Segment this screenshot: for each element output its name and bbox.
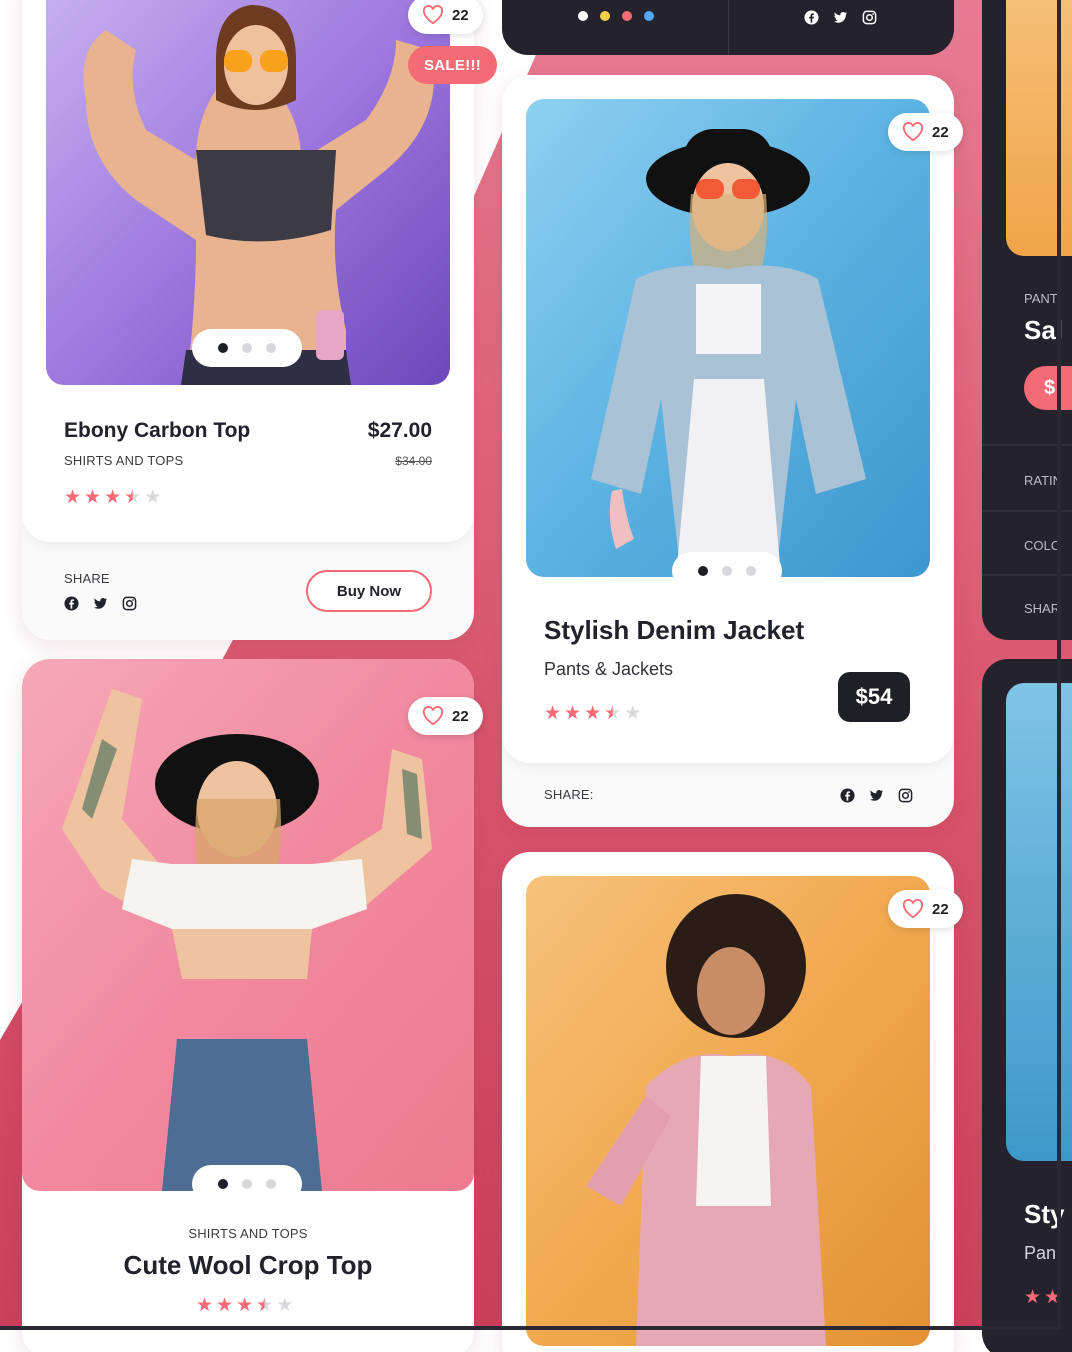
product-card-pink-suit xyxy=(502,852,954,1352)
side-product-category: PANT xyxy=(1024,291,1058,306)
heart-icon xyxy=(422,5,444,25)
star-icon: ★ xyxy=(236,1295,254,1316)
pagination-dot-1[interactable] xyxy=(698,566,708,576)
pagination-dot-2[interactable] xyxy=(242,343,252,353)
like-button[interactable]: 22 xyxy=(408,0,483,34)
share-label: SHARE xyxy=(64,571,110,586)
heart-icon xyxy=(902,122,924,142)
top-dark-card xyxy=(502,0,954,55)
pagination-dot-1[interactable] xyxy=(218,1179,228,1189)
twitter-icon[interactable] xyxy=(93,596,108,611)
product-card-denim: Stylish Denim Jacket Pants & Jackets $54… xyxy=(502,75,954,827)
like-count: 22 xyxy=(452,6,469,24)
color-swatch-white[interactable] xyxy=(578,11,588,21)
star-icon: ★ xyxy=(84,487,102,508)
color-swatch-pink[interactable] xyxy=(622,11,632,21)
side-product-category: Pan xyxy=(1024,1243,1057,1263)
star-icon: ★ xyxy=(584,703,602,724)
like-button[interactable]: 22 xyxy=(888,113,963,151)
facebook-icon[interactable] xyxy=(804,10,819,25)
color-swatch-blue[interactable] xyxy=(644,11,654,21)
like-button[interactable]: 22 xyxy=(888,890,963,928)
star-half-icon: ★ xyxy=(604,703,622,724)
product-category: SHIRTS AND TOPS xyxy=(64,453,184,468)
product-title[interactable]: Ebony Carbon Top xyxy=(64,419,250,443)
window-bottom-edge xyxy=(0,1326,1062,1330)
heart-icon xyxy=(422,706,444,726)
product-price: $54 xyxy=(838,672,910,722)
facebook-icon[interactable] xyxy=(64,596,79,611)
pagination-dot-3[interactable] xyxy=(266,1179,276,1189)
like-button[interactable]: 22 xyxy=(408,697,483,735)
page: Ebony Carbon Top SHIRTS AND TOPS $27.00 … xyxy=(0,0,1072,1352)
star-half-icon: ★ xyxy=(256,1295,274,1316)
product-price: $27.00 xyxy=(367,419,432,442)
side-price-button[interactable]: $ xyxy=(1024,366,1072,410)
star-icon: ★ xyxy=(1024,1287,1042,1308)
product-rating: ★ ★ ★ ★ ★ xyxy=(64,488,161,507)
like-count: 22 xyxy=(932,900,949,918)
star-empty-icon: ★ xyxy=(276,1295,294,1316)
color-swatches xyxy=(578,11,654,21)
buy-now-button[interactable]: Buy Now xyxy=(306,570,432,612)
social-icons xyxy=(840,788,913,803)
product-rating: ★ ★ ★ ★ ★ xyxy=(196,1296,293,1315)
instagram-icon[interactable] xyxy=(898,788,913,803)
like-count: 22 xyxy=(932,123,949,141)
image-pagination[interactable] xyxy=(672,552,782,590)
product-image[interactable] xyxy=(46,0,450,385)
side-share-label: SHAR xyxy=(1024,601,1061,616)
star-empty-icon: ★ xyxy=(624,703,642,724)
product-title[interactable]: Cute Wool Crop Top xyxy=(22,1250,474,1281)
twitter-icon[interactable] xyxy=(869,788,884,803)
instagram-icon[interactable] xyxy=(862,10,877,25)
star-empty-icon: ★ xyxy=(144,487,162,508)
product-image[interactable] xyxy=(22,659,474,1191)
star-icon: ★ xyxy=(64,487,82,508)
star-icon: ★ xyxy=(564,703,582,724)
social-icons xyxy=(804,10,877,25)
pagination-dot-3[interactable] xyxy=(746,566,756,576)
product-image[interactable] xyxy=(526,876,930,1346)
product-category: Pants & Jackets xyxy=(544,659,674,679)
star-half-icon: ★ xyxy=(124,487,142,508)
star-icon: ★ xyxy=(196,1295,214,1316)
window-edge xyxy=(1057,0,1061,1330)
product-category: SHIRTS AND TOPS xyxy=(188,1226,308,1241)
star-icon: ★ xyxy=(544,703,562,724)
pagination-dot-2[interactable] xyxy=(722,566,732,576)
twitter-icon[interactable] xyxy=(833,10,848,25)
product-card-ebony: Ebony Carbon Top SHIRTS AND TOPS $27.00 … xyxy=(22,0,474,640)
side-color-label: COLC xyxy=(1024,538,1061,553)
divider xyxy=(728,0,729,55)
facebook-icon[interactable] xyxy=(840,788,855,803)
side-product-rating: ★ ★ xyxy=(1024,1288,1061,1307)
image-pagination[interactable] xyxy=(192,329,302,367)
star-icon: ★ xyxy=(104,487,122,508)
pagination-dot-2[interactable] xyxy=(242,1179,252,1189)
side-product-image[interactable] xyxy=(1006,0,1072,256)
image-pagination[interactable] xyxy=(192,1165,302,1203)
instagram-icon[interactable] xyxy=(122,596,137,611)
product-card-wool: SHIRTS AND TOPS Cute Wool Crop Top ★ ★ ★… xyxy=(22,659,474,1352)
product-title[interactable]: Stylish Denim Jacket xyxy=(544,615,804,646)
product-image[interactable] xyxy=(526,99,930,577)
pagination-dot-3[interactable] xyxy=(266,343,276,353)
product-rating: ★ ★ ★ ★ ★ xyxy=(544,704,641,723)
side-product-image[interactable] xyxy=(1006,683,1072,1161)
pagination-dot-1[interactable] xyxy=(218,343,228,353)
sale-badge: SALE!!! xyxy=(408,46,498,84)
like-count: 22 xyxy=(452,707,469,725)
color-swatch-yellow[interactable] xyxy=(600,11,610,21)
heart-icon xyxy=(902,899,924,919)
share-label: SHARE: xyxy=(544,787,594,802)
star-icon: ★ xyxy=(216,1295,234,1316)
social-icons xyxy=(64,596,137,611)
product-old-price: $34.00 xyxy=(395,454,432,468)
